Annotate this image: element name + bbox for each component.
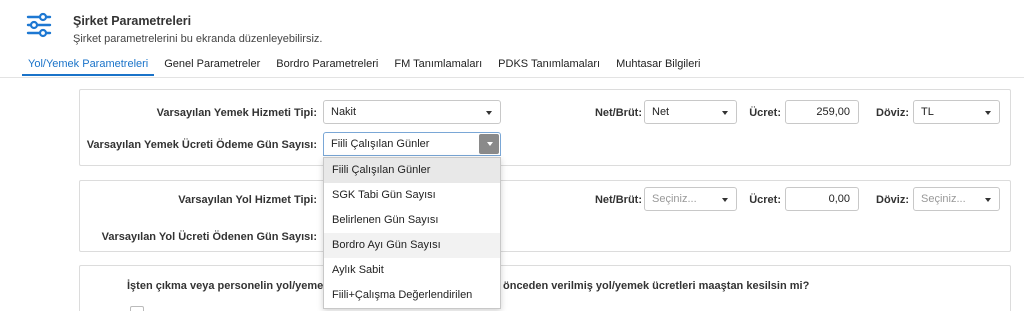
yemek-net-brut-value: Net bbox=[652, 106, 670, 118]
chevron-down-icon bbox=[722, 111, 728, 115]
tab-muhtasar[interactable]: Muhtasar Bilgileri bbox=[610, 56, 706, 76]
dropdown-option[interactable]: Belirlenen Gün Sayısı bbox=[324, 208, 500, 233]
chevron-down-icon bbox=[985, 198, 991, 202]
tabs-divider bbox=[0, 77, 1024, 78]
tab-pdks[interactable]: PDKS Tanımlamaları bbox=[492, 56, 606, 76]
deduction-question-right: önceden verilmiş yol/yemek ücretleri maa… bbox=[503, 280, 810, 292]
tab-fm[interactable]: FM Tanımlamaları bbox=[388, 56, 488, 76]
yemek-payment-days-label: Varsayılan Yemek Ücreti Ödeme Gün Sayısı… bbox=[86, 139, 317, 151]
yol-ucret-input[interactable]: 0,00 bbox=[785, 187, 859, 211]
tab-genel[interactable]: Genel Parametreler bbox=[158, 56, 266, 76]
page-subtitle: Şirket parametrelerini bu ekranda düzenl… bbox=[73, 33, 323, 45]
sliders-icon bbox=[26, 12, 52, 38]
dropdown-toggle-button[interactable] bbox=[479, 134, 499, 154]
yemek-net-brut-label: Net/Brüt: bbox=[594, 107, 642, 119]
yemek-payment-days-value: Fiili Çalışılan Günler bbox=[331, 138, 430, 150]
yemek-ucret-input[interactable]: 259,00 bbox=[785, 100, 859, 124]
dropdown-option[interactable]: Fiili+Çalışma Değerlendirilen bbox=[324, 283, 500, 308]
yemek-net-brut-select[interactable]: Net bbox=[644, 100, 737, 124]
chevron-down-icon bbox=[985, 111, 991, 115]
yemek-ucret-label: Ücret: bbox=[749, 107, 781, 119]
dropdown-option[interactable]: Fiili Çalışılan Günler bbox=[324, 158, 500, 183]
yemek-service-type-label: Varsayılan Yemek Hizmeti Tipi: bbox=[156, 107, 317, 119]
yol-ucret-label: Ücret: bbox=[749, 194, 781, 206]
yol-payment-days-label: Varsayılan Yol Ücreti Ödenen Gün Sayısı: bbox=[101, 231, 317, 243]
dropdown-option[interactable]: Aylık Sabit bbox=[324, 258, 500, 283]
yol-doviz-label: Döviz: bbox=[876, 194, 909, 206]
yol-net-brut-placeholder: Seçiniz... bbox=[652, 193, 697, 205]
tab-yol-yemek[interactable]: Yol/Yemek Parametreleri bbox=[22, 56, 155, 76]
yemek-doviz-select[interactable]: TL bbox=[913, 100, 1000, 124]
yemek-payment-days-select[interactable]: Fiili Çalışılan Günler bbox=[323, 132, 501, 156]
yemek-doviz-value: TL bbox=[921, 106, 934, 118]
payment-days-dropdown-list: Fiili Çalışılan Günler SGK Tabi Gün Sayı… bbox=[323, 157, 501, 309]
chevron-down-icon bbox=[486, 111, 492, 115]
yol-doviz-select[interactable]: Seçiniz... bbox=[913, 187, 1000, 211]
dropdown-option[interactable]: Bordro Ayı Gün Sayısı bbox=[324, 233, 500, 258]
chevron-down-icon bbox=[722, 198, 728, 202]
chevron-down-icon bbox=[487, 142, 493, 146]
yemek-service-type-select[interactable]: Nakit bbox=[323, 100, 501, 124]
yol-service-type-label: Varsayılan Yol Hizmet Tipi: bbox=[178, 194, 317, 206]
deduction-checkbox[interactable] bbox=[130, 306, 144, 311]
yol-net-brut-select[interactable]: Seçiniz... bbox=[644, 187, 737, 211]
yol-net-brut-label: Net/Brüt: bbox=[594, 194, 642, 206]
deduction-question-left: İşten çıkma veya personelin yol/yemek h bbox=[127, 280, 340, 292]
yemek-panel bbox=[79, 89, 1011, 166]
yemek-doviz-label: Döviz: bbox=[876, 107, 909, 119]
page-title: Şirket Parametreleri bbox=[73, 14, 192, 28]
dropdown-option[interactable]: SGK Tabi Gün Sayısı bbox=[324, 183, 500, 208]
yol-doviz-placeholder: Seçiniz... bbox=[921, 193, 966, 205]
yemek-service-type-value: Nakit bbox=[331, 106, 357, 118]
tab-bordro[interactable]: Bordro Parametreleri bbox=[270, 56, 384, 76]
